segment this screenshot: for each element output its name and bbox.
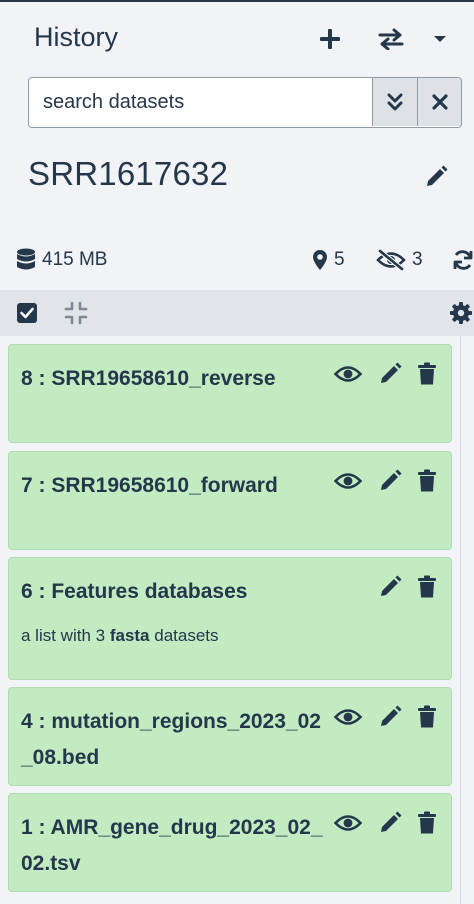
display-dataset-button[interactable] xyxy=(333,810,363,836)
history-options-button[interactable] xyxy=(423,24,457,54)
collection-format: fasta xyxy=(109,626,150,645)
display-dataset-button[interactable] xyxy=(333,468,363,494)
new-history-button[interactable] xyxy=(313,24,347,54)
delete-dataset-button[interactable] xyxy=(412,810,442,836)
delete-dataset-button[interactable] xyxy=(412,468,442,494)
history-toolbar xyxy=(0,290,474,336)
checkbox-checked-icon xyxy=(17,303,37,323)
dataset-item[interactable]: 8 : SRR19658610_reverse xyxy=(8,344,452,443)
clear-search-button[interactable] xyxy=(417,78,461,126)
history-panel-header: History xyxy=(34,22,464,56)
edit-dataset-button[interactable] xyxy=(375,704,405,730)
compress-icon xyxy=(64,301,88,325)
delete-dataset-button[interactable] xyxy=(412,704,442,730)
pencil-icon xyxy=(381,469,402,490)
scrollbar-track[interactable] xyxy=(460,336,461,904)
double-chevron-down-icon xyxy=(387,93,403,111)
history-name: SRR1617632 xyxy=(28,155,229,192)
exchange-icon xyxy=(378,28,404,50)
show-deleted-button[interactable]: 5 xyxy=(312,246,345,274)
eye-icon xyxy=(334,815,362,831)
collection-description: a list with 3 fasta datasets xyxy=(21,626,219,646)
collection-count-text: a list with 3 xyxy=(21,626,106,645)
collection-suffix: datasets xyxy=(154,626,219,645)
map-marker-icon xyxy=(313,250,327,270)
dataset-title[interactable]: 7 : SRR19658610_forward xyxy=(21,468,331,504)
refresh-icon xyxy=(453,250,473,270)
pencil-icon xyxy=(381,811,402,832)
advanced-search-button[interactable] xyxy=(372,78,417,126)
delete-dataset-button[interactable] xyxy=(412,361,442,387)
trash-icon xyxy=(418,575,436,598)
database-icon xyxy=(17,248,35,270)
dataset-item[interactable]: 4 : mutation_regions_2023_02_08.bed xyxy=(8,687,452,786)
plus-icon xyxy=(320,29,340,49)
edit-collection-button[interactable] xyxy=(375,574,405,600)
dataset-title[interactable]: 1 : AMR_gene_drug_2023_02_02.tsv xyxy=(21,810,331,882)
edit-dataset-button[interactable] xyxy=(375,468,405,494)
dataset-title[interactable]: 8 : SRR19658610_reverse xyxy=(21,361,331,397)
edit-dataset-button[interactable] xyxy=(375,810,405,836)
trash-icon xyxy=(418,469,436,492)
eye-icon xyxy=(334,709,362,725)
dataset-title[interactable]: 4 : mutation_regions_2023_02_08.bed xyxy=(21,704,331,776)
collapse-all-button[interactable] xyxy=(61,298,91,328)
dataset-item[interactable]: 7 : SRR19658610_forward xyxy=(8,451,452,550)
pencil-icon xyxy=(381,362,402,383)
dataset-search xyxy=(28,77,462,128)
panel-title: History xyxy=(34,22,119,52)
settings-button[interactable] xyxy=(446,298,474,328)
show-hidden-button[interactable]: 3 xyxy=(376,246,423,274)
pencil-icon xyxy=(381,705,402,726)
collection-item[interactable]: 6 : Features databases a list with 3 fas… xyxy=(8,557,452,680)
edit-dataset-button[interactable] xyxy=(375,361,405,387)
deleted-count: 5 xyxy=(334,249,345,270)
pencil-icon xyxy=(427,165,448,186)
trash-icon xyxy=(418,705,436,728)
eye-icon xyxy=(334,473,362,489)
caret-down-icon xyxy=(434,36,446,42)
pencil-icon xyxy=(381,575,402,596)
refresh-button[interactable] xyxy=(452,246,474,274)
gear-icon xyxy=(450,302,472,324)
search-input[interactable] xyxy=(29,78,372,126)
select-all-checkbox[interactable] xyxy=(12,298,42,328)
top-border xyxy=(0,0,474,2)
delete-collection-button[interactable] xyxy=(412,574,442,600)
eye-slash-icon xyxy=(376,249,406,271)
display-dataset-button[interactable] xyxy=(333,704,363,730)
trash-icon xyxy=(418,811,436,834)
dataset-item[interactable]: 1 : AMR_gene_drug_2023_02_02.tsv xyxy=(8,793,452,892)
close-icon xyxy=(432,94,448,110)
history-size[interactable]: 415 MB xyxy=(16,246,107,274)
edit-history-button[interactable] xyxy=(420,162,452,192)
eye-icon xyxy=(334,366,362,382)
display-dataset-button[interactable] xyxy=(333,361,363,387)
hidden-count: 3 xyxy=(412,249,423,270)
collection-title[interactable]: 6 : Features databases xyxy=(21,574,361,610)
history-size-value: 415 MB xyxy=(42,249,108,270)
trash-icon xyxy=(418,362,436,385)
switch-history-button[interactable] xyxy=(374,24,408,54)
